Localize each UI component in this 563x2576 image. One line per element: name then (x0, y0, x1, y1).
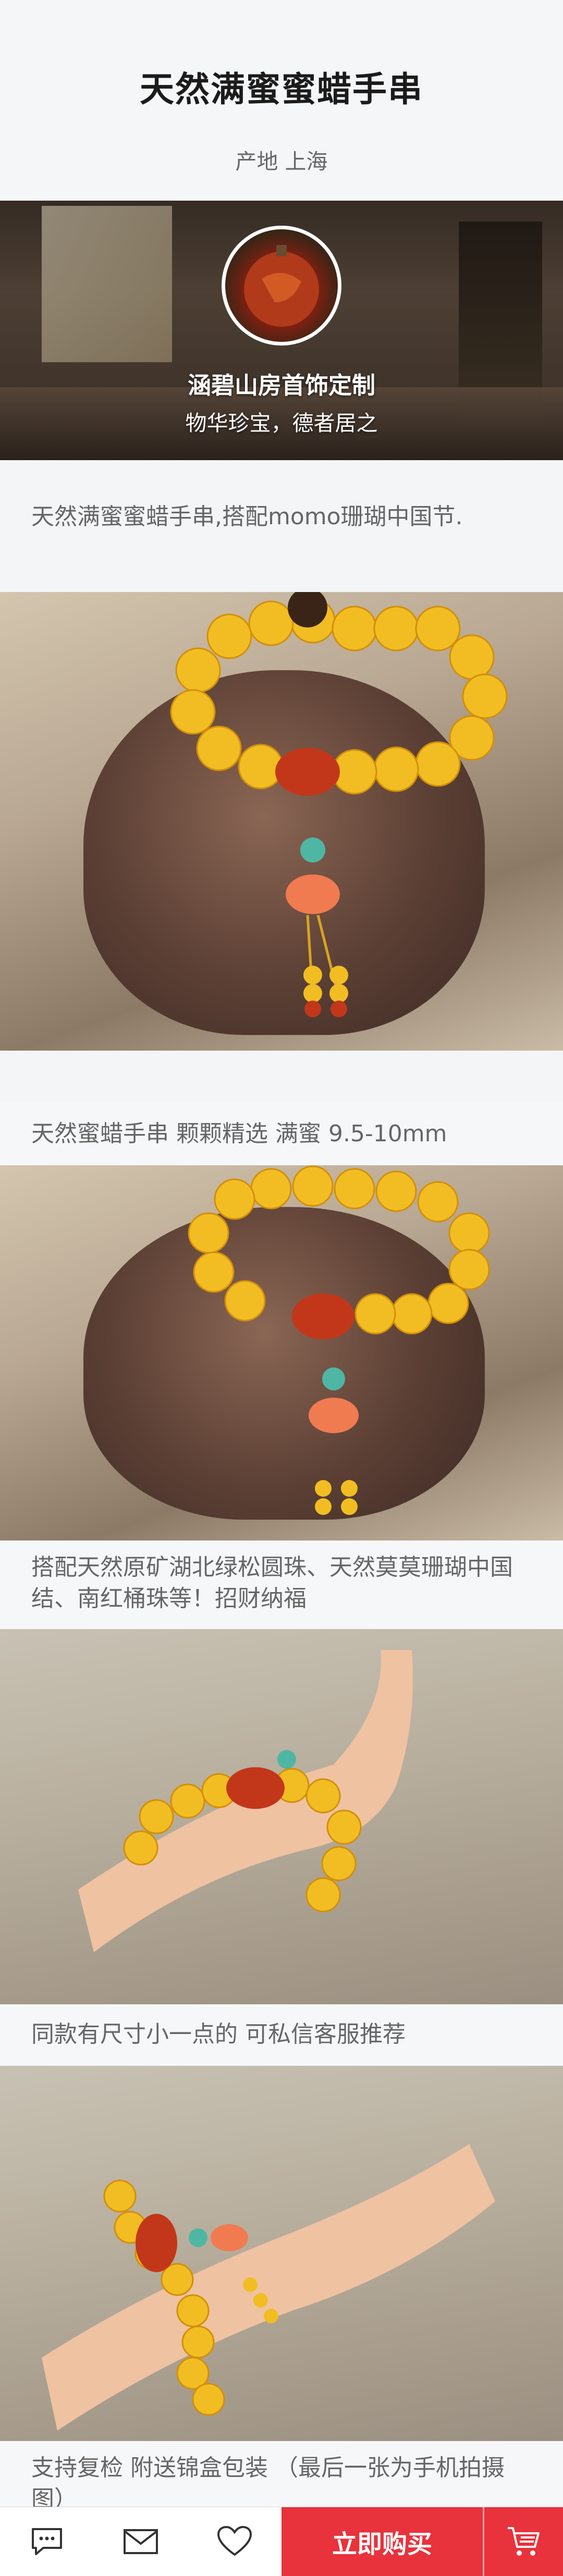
heart-icon[interactable] (188, 2507, 282, 2576)
product-title: 天然满蜜蜜蜡手串 (140, 69, 423, 109)
shop-banner[interactable]: 涵碧山房首饰定制 物华珍宝，德者居之 (0, 201, 563, 460)
caption-2-text: 搭配天然原矿湖北绿松圆珠、天然莫莫珊瑚中国结、南红桶珠等！招财纳福 (31, 1554, 513, 1612)
caption-1: 天然蜜蜡手串 颗颗精选 满蜜 9.5-10mm (0, 1103, 563, 1165)
wrist-illustration (42, 2144, 495, 2431)
product-photo-3[interactable] (0, 1629, 563, 2004)
description-text: 天然满蜜蜜蜡手串,搭配momo珊瑚中国节. (31, 503, 463, 530)
product-header: 天然满蜜蜜蜡手串 产地 上海 (0, 0, 563, 201)
caption-3-text: 同款有尺寸小一点的 可私信客服推荐 (31, 2021, 406, 2048)
product-photo-1[interactable] (0, 592, 563, 1051)
caption-2: 搭配天然原矿湖北绿松圆珠、天然莫莫珊瑚中国结、南红桶珠等！招财纳福 (0, 1540, 563, 1629)
bracelet-illustration (188, 1165, 490, 1515)
bracelet-illustration (170, 592, 508, 1017)
product-photo-4[interactable] (0, 2066, 563, 2441)
wrist-illustration (78, 1650, 413, 1952)
buy-now-button[interactable]: 立即购买 (282, 2507, 483, 2576)
caption-3: 同款有尺寸小一点的 可私信客服推荐 (0, 2004, 563, 2066)
caption-4: 支持复检 附送锦盒包装 （最后一张为手机拍摄图） (0, 2441, 563, 2512)
product-description: 天然满蜜蜜蜡手串,搭配momo珊瑚中国节. (0, 460, 563, 546)
shop-avatar[interactable] (222, 226, 341, 346)
shop-name: 涵碧山房首饰定制 (187, 372, 375, 399)
bottom-action-bar: 立即购买 (0, 2507, 563, 2576)
caption-1-text: 天然蜜蜡手串 颗颗精选 满蜜 9.5-10mm (31, 1120, 447, 1147)
product-page: 天然满蜜蜜蜡手串 产地 上海 涵碧山房首饰定制 物华珍宝，德者居之 天然满蜜蜜蜡… (0, 0, 563, 2576)
shop-slogan: 物华珍宝，德者居之 (185, 411, 378, 436)
cart-icon[interactable] (483, 2507, 563, 2576)
chat-icon[interactable] (0, 2507, 94, 2576)
product-photo-2[interactable] (0, 1165, 563, 1540)
caption-4-text: 支持复检 附送锦盒包装 （最后一张为手机拍摄图） (31, 2455, 505, 2512)
amber-ball-image (244, 245, 319, 327)
mail-icon[interactable] (94, 2507, 188, 2576)
product-origin: 产地 上海 (235, 149, 328, 174)
